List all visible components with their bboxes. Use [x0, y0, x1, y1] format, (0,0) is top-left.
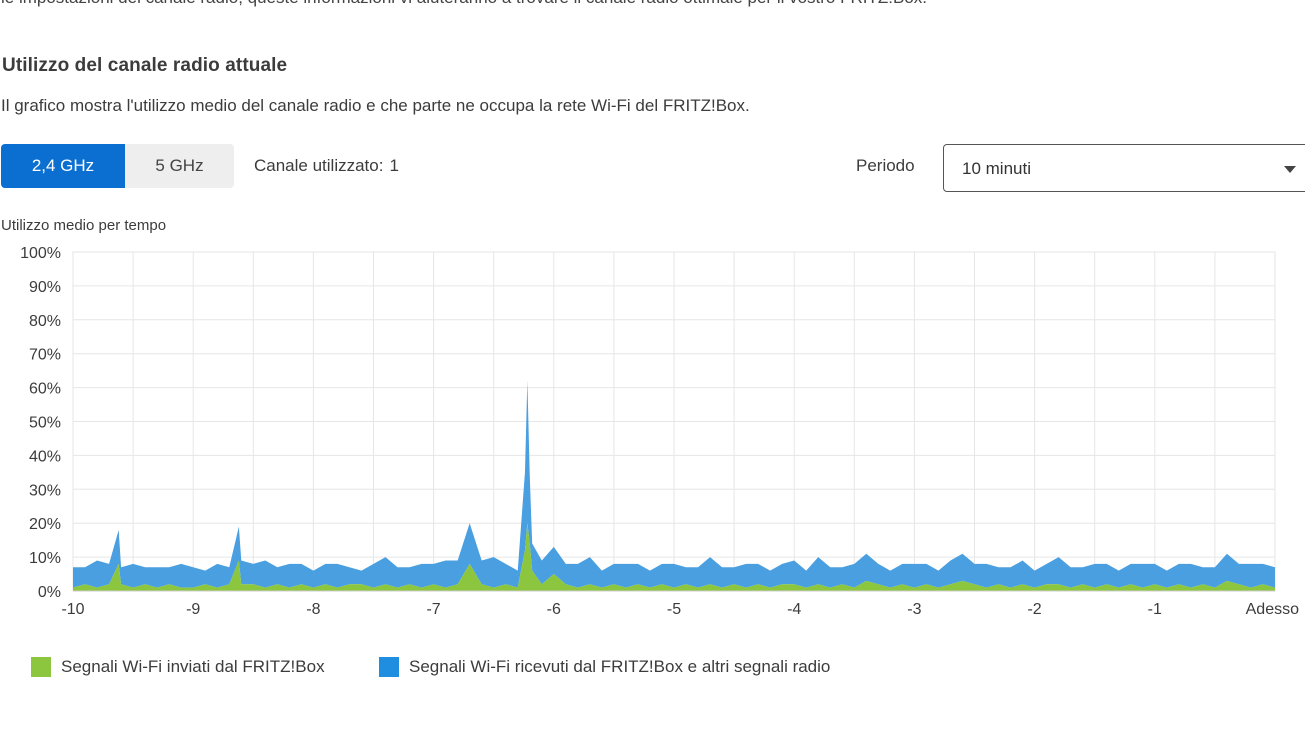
y-tick-label: 100%	[20, 245, 61, 262]
x-tick-label: -1	[1148, 601, 1162, 618]
y-tick-label: 30%	[29, 482, 61, 499]
y-tick-label: 90%	[29, 279, 61, 296]
y-tick-label: 0%	[38, 584, 61, 601]
x-tick-label: -5	[667, 601, 681, 618]
x-tick-label: -2	[1027, 601, 1041, 618]
legend-item-wifi-received: Segnali Wi-Fi ricevuti dal FRITZ!Box e a…	[379, 657, 830, 677]
x-tick-label: -10	[61, 601, 84, 618]
y-tick-label: 60%	[29, 381, 61, 398]
y-tick-label: 20%	[29, 516, 61, 533]
legend-item-wifi-sent: Segnali Wi-Fi inviati dal FRITZ!Box	[31, 657, 325, 677]
x-tick-label: -6	[547, 601, 561, 618]
x-tick-label: -4	[787, 601, 801, 618]
y-tick-label: 80%	[29, 313, 61, 330]
legend-label-wifi-sent: Segnali Wi-Fi inviati dal FRITZ!Box	[61, 657, 325, 676]
x-tick-label: -3	[907, 601, 921, 618]
legend-swatch-blue	[379, 657, 399, 677]
usage-chart: 0% 10% 20% 30% 40% 50% 60% 70% 80% 90% 100% -10 -9 -8…	[20, 245, 1299, 618]
x-tick-label: Adesso	[1246, 601, 1299, 618]
x-tick-label: -7	[426, 601, 440, 618]
y-tick-label: 40%	[29, 448, 61, 465]
x-tick-label: -8	[306, 601, 320, 618]
y-tick-label: 10%	[29, 550, 61, 567]
legend-swatch-green	[31, 657, 51, 677]
legend-label-wifi-received: Segnali Wi-Fi ricevuti dal FRITZ!Box e a…	[409, 657, 831, 676]
y-tick-label: 70%	[29, 347, 61, 364]
y-tick-label: 50%	[29, 415, 61, 432]
x-tick-label: -9	[186, 601, 200, 618]
